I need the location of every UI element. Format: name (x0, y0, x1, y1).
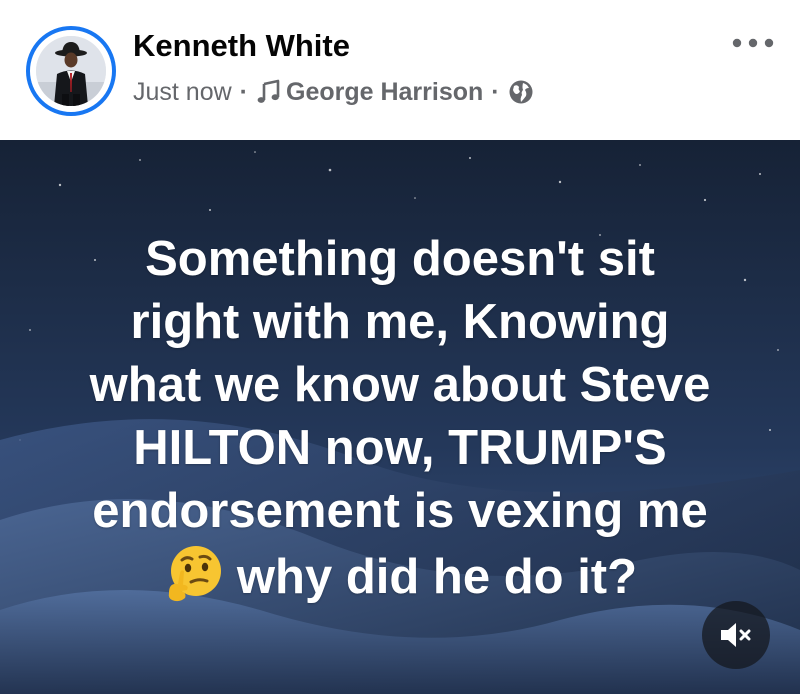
music-note-icon (257, 79, 280, 103)
post-text-line: endorsement is vexing me (92, 484, 708, 538)
post-text: Something doesn't sit right with me, Kno… (40, 228, 760, 609)
more-options-icon (732, 38, 774, 48)
author-name[interactable]: Kenneth White (133, 28, 350, 64)
post-text-line: what we know about Steve (89, 358, 711, 412)
post-timestamp[interactable]: Just now (133, 78, 232, 107)
post-text-last-line: why did he do it? (40, 543, 760, 609)
globe-icon[interactable] (508, 79, 534, 105)
post-text-line: why did he do it? (236, 550, 638, 604)
thinking-face-emoji-icon (168, 546, 221, 602)
meta-separator: · (491, 77, 500, 106)
avatar-photo (36, 36, 106, 106)
more-options-button[interactable] (728, 28, 778, 58)
speaker-muted-icon (721, 623, 751, 647)
meta-separator: · (239, 77, 248, 106)
post-meta: Just now · George Harrison · (133, 76, 534, 108)
profile-avatar[interactable] (26, 26, 116, 116)
post-content[interactable]: Something doesn't sit right with me, Kno… (0, 140, 800, 694)
post-text-line: right with me, Knowing (130, 295, 670, 349)
post-text-line: Something doesn't sit (145, 232, 655, 286)
music-track-label[interactable]: George Harrison (286, 78, 483, 107)
mute-toggle-button[interactable] (702, 601, 770, 669)
post-header: Kenneth White Just now · George Harrison… (0, 0, 800, 140)
post-text-line: HILTON now, TRUMP'S (133, 421, 667, 475)
